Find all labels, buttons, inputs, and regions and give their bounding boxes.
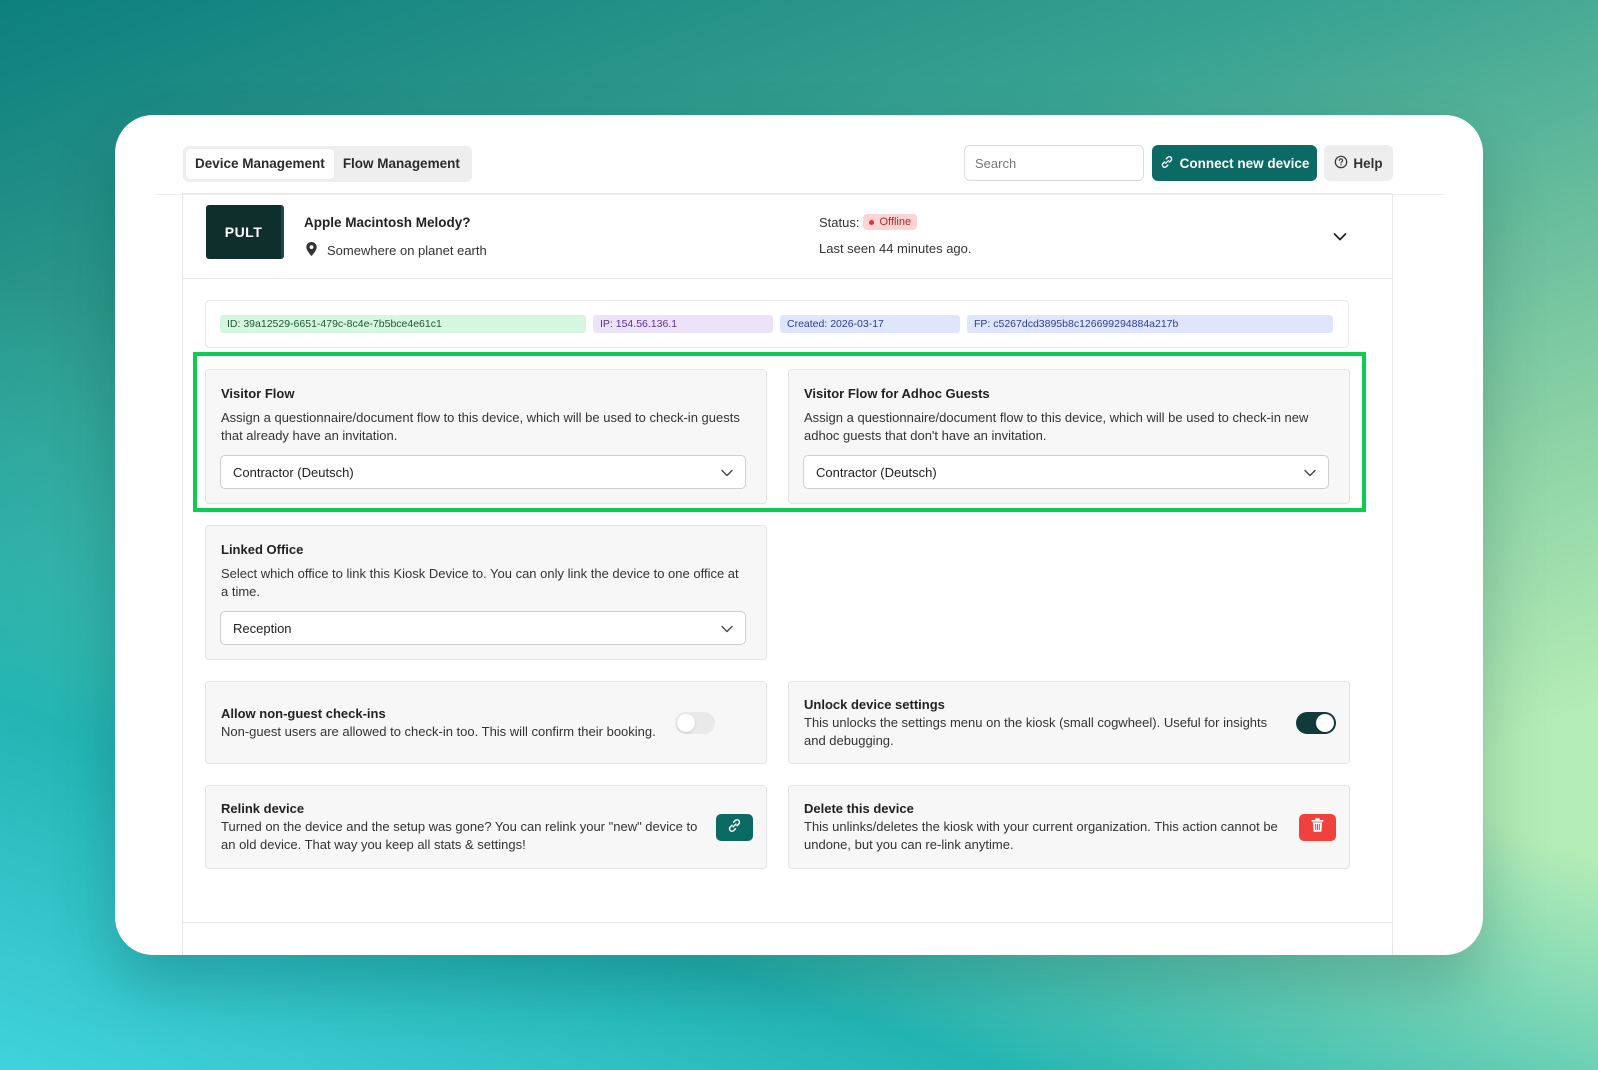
status-label: Status:	[819, 214, 860, 230]
help-label: Help	[1353, 155, 1383, 171]
chevron-down-icon	[721, 465, 733, 480]
device-id-chip: ID: 39a12529-6651-479c-8c4e-7b5bce4e61c1	[220, 315, 586, 333]
delete-device-description: This unlinks/deletes the kiosk with your…	[804, 819, 1278, 852]
last-seen-text: Last seen 44 minutes ago.	[819, 241, 972, 256]
connect-new-device-button[interactable]: Connect new device	[1152, 145, 1317, 181]
toggle-knob	[1316, 714, 1334, 732]
adhoc-flow-panel: Visitor Flow for Adhoc Guests Assign a q…	[788, 369, 1350, 504]
app-window: Device Management Flow Management Connec…	[115, 115, 1483, 955]
relink-device-description: Turned on the device and the setup was g…	[221, 819, 698, 852]
device-status: Status: Offline	[819, 214, 918, 230]
relink-device-button[interactable]	[716, 814, 753, 841]
device-name: Apple Macintosh Melody?	[304, 215, 471, 230]
non-guest-checkin-description: Non-guest users are allowed to check-in …	[221, 724, 656, 739]
top-bar: Device Management Flow Management Connec…	[155, 131, 1445, 195]
non-guest-checkin-toggle[interactable]	[675, 712, 715, 734]
visitor-flow-panel: Visitor Flow Assign a questionnaire/docu…	[205, 369, 767, 504]
card-divider	[183, 922, 1392, 923]
visitor-flow-description: Assign a questionnaire/document flow to …	[221, 410, 740, 443]
visitor-flow-title: Visitor Flow	[221, 386, 295, 401]
device-logo: PULT	[206, 205, 284, 259]
linked-office-selected: Reception	[233, 620, 292, 636]
unlock-settings-panel: Unlock device settings This unlocks the …	[788, 681, 1350, 764]
connect-new-device-label: Connect new device	[1179, 155, 1310, 171]
unlock-settings-description: This unlocks the settings menu on the ki…	[804, 715, 1268, 748]
device-card: PULT Apple Macintosh Melody? Somewhere o…	[182, 193, 1393, 955]
visitor-flow-selected: Contractor (Deutsch)	[233, 464, 354, 480]
unlock-settings-title: Unlock device settings	[804, 697, 945, 712]
unlock-settings-toggle[interactable]	[1296, 712, 1336, 734]
linked-office-description: Select which office to link this Kiosk D…	[221, 566, 739, 599]
adhoc-flow-selected: Contractor (Deutsch)	[816, 464, 937, 480]
search-input[interactable]	[975, 155, 1151, 171]
linked-office-panel: Linked Office Select which office to lin…	[205, 525, 767, 660]
visitor-flow-select[interactable]: Contractor (Deutsch)	[220, 455, 746, 489]
location-pin-icon	[306, 242, 317, 259]
toggle-knob	[677, 714, 695, 732]
link-icon	[727, 818, 742, 838]
linked-office-title: Linked Office	[221, 542, 304, 557]
device-location: Somewhere on planet earth	[306, 242, 487, 259]
non-guest-checkin-panel: Allow non-guest check-ins Non-guest user…	[205, 681, 767, 764]
chevron-down-icon	[1304, 465, 1316, 480]
tab-flow-management[interactable]: Flow Management	[334, 149, 469, 179]
linked-office-select[interactable]: Reception	[220, 611, 746, 645]
help-button[interactable]: Help	[1324, 145, 1393, 181]
trash-icon	[1311, 818, 1324, 837]
tab-switcher: Device Management Flow Management	[183, 146, 472, 182]
device-created-chip: Created: 2026-03-17	[780, 315, 960, 333]
adhoc-flow-description: Assign a questionnaire/document flow to …	[804, 410, 1309, 443]
chevron-down-icon[interactable]	[1333, 229, 1347, 247]
status-dot-icon	[869, 219, 875, 225]
status-badge: Offline	[863, 214, 918, 230]
search-box	[964, 145, 1167, 181]
delete-device-button[interactable]	[1299, 814, 1336, 841]
adhoc-flow-title: Visitor Flow for Adhoc Guests	[804, 386, 990, 401]
adhoc-flow-select[interactable]: Contractor (Deutsch)	[803, 455, 1329, 489]
tab-device-management[interactable]: Device Management	[186, 149, 334, 179]
delete-device-panel: Delete this device This unlinks/deletes …	[788, 785, 1350, 869]
non-guest-checkin-title: Allow non-guest check-ins	[221, 706, 386, 721]
relink-device-panel: Relink device Turned on the device and t…	[205, 785, 767, 869]
relink-device-title: Relink device	[221, 801, 305, 816]
device-card-header[interactable]: PULT Apple Macintosh Melody? Somewhere o…	[183, 194, 1392, 279]
delete-device-title: Delete this device	[804, 801, 914, 816]
link-icon	[1160, 155, 1174, 172]
chevron-down-icon	[721, 621, 733, 636]
device-fingerprint-chip: FP: c5267dcd3895b8c126699294884a217b	[967, 315, 1333, 333]
device-location-text: Somewhere on planet earth	[327, 243, 487, 258]
help-circle-icon	[1334, 155, 1348, 172]
device-ip-chip: IP: 154.56.136.1	[593, 315, 773, 333]
device-identifiers: ID: 39a12529-6651-479c-8c4e-7b5bce4e61c1…	[205, 300, 1349, 348]
status-badge-text: Offline	[879, 216, 912, 228]
